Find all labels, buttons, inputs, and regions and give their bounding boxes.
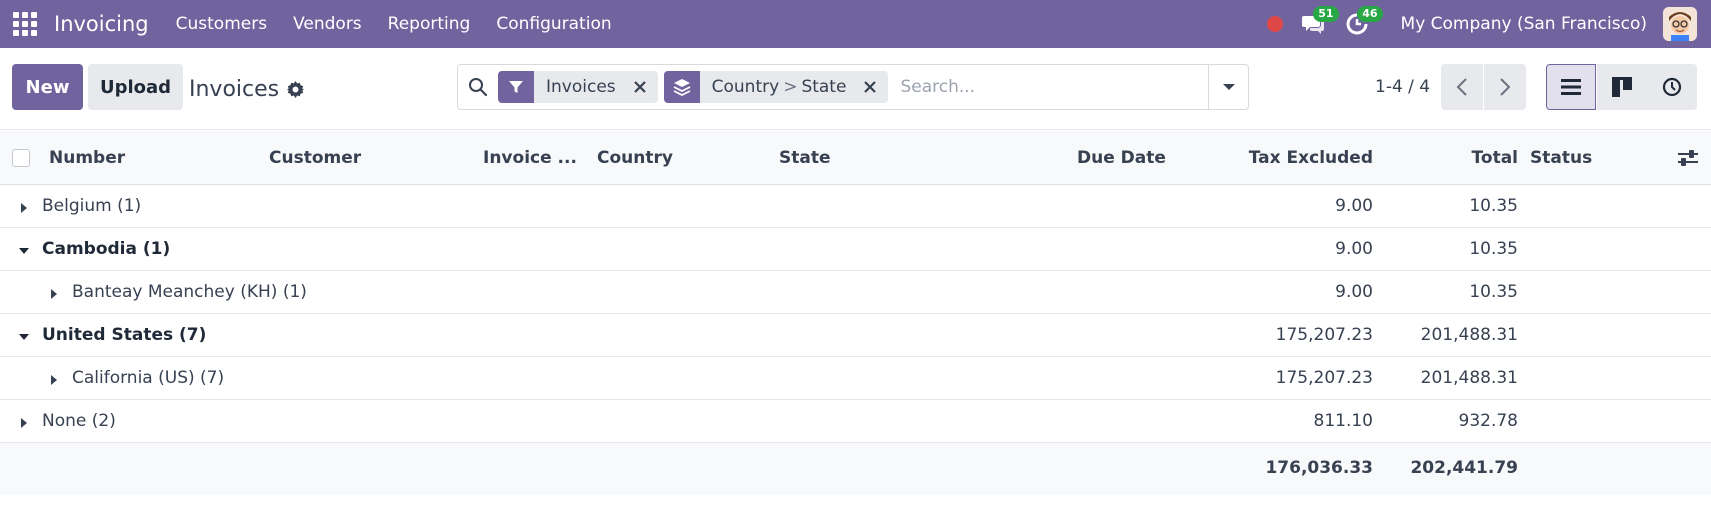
- top-navbar: Invoicing Customers Vendors Reporting Co…: [0, 0, 1711, 48]
- group-tax-excluded: 9.00: [1335, 282, 1373, 302]
- group-total: 932.78: [1458, 411, 1518, 431]
- group-total: 10.35: [1469, 282, 1518, 302]
- groupby-facet: Country > State: [663, 71, 889, 103]
- caret-right-icon: [18, 414, 30, 434]
- control-panel: New Upload Invoices Invoices Country > S…: [0, 48, 1711, 130]
- caret-down-icon: [18, 328, 30, 348]
- gear-icon[interactable]: [287, 81, 305, 98]
- user-avatar[interactable]: [1663, 7, 1697, 41]
- app-title[interactable]: Invoicing: [54, 12, 149, 36]
- group-row[interactable]: Cambodia (1) 9.00 10.35: [0, 228, 1711, 271]
- messages-badge: 51: [1313, 6, 1339, 22]
- upload-button[interactable]: Upload: [88, 64, 183, 110]
- group-total: 10.35: [1469, 239, 1518, 259]
- group-row[interactable]: Belgium (1) 9.00 10.35: [0, 185, 1711, 228]
- filter-icon: [498, 71, 534, 103]
- group-tax-excluded: 811.10: [1313, 411, 1373, 431]
- recording-indicator-icon[interactable]: [1266, 16, 1283, 32]
- filter-facet-label: Invoices: [546, 77, 616, 97]
- column-state[interactable]: State: [779, 148, 831, 168]
- group-label: California (US) (7): [72, 368, 225, 388]
- column-country[interactable]: Country: [597, 148, 673, 168]
- footer-total: 202,441.79: [1410, 458, 1518, 478]
- activity-view-button[interactable]: [1647, 64, 1697, 110]
- search-icon[interactable]: [458, 77, 498, 97]
- group-label: Banteay Meanchey (KH) (1): [72, 282, 307, 302]
- search-options-toggle[interactable]: [1208, 65, 1248, 109]
- group-total: 10.35: [1469, 196, 1518, 216]
- group-total: 201,488.31: [1420, 325, 1518, 345]
- groupby-facet-label: Country > State: [700, 77, 859, 97]
- footer-tax-excluded: 176,036.33: [1265, 458, 1373, 478]
- caret-down-icon: [18, 242, 30, 262]
- search-input[interactable]: [894, 67, 1208, 107]
- chevron-right-icon: [1500, 78, 1511, 96]
- group-tax-excluded: 9.00: [1335, 196, 1373, 216]
- list-view-button[interactable]: [1546, 64, 1596, 110]
- column-customer[interactable]: Customer: [269, 148, 361, 168]
- pager-previous-button[interactable]: [1441, 64, 1483, 110]
- nav-configuration[interactable]: Configuration: [496, 14, 611, 34]
- messages-button[interactable]: 51: [1299, 6, 1339, 36]
- nav-vendors[interactable]: Vendors: [293, 14, 362, 34]
- layers-icon: [663, 71, 700, 103]
- search-bar: Invoices Country > State: [457, 64, 1249, 110]
- pager-value[interactable]: 1-4 / 4: [1375, 77, 1430, 97]
- column-number[interactable]: Number: [49, 148, 125, 168]
- groupby-part-country: Country: [711, 77, 780, 97]
- nav-reporting[interactable]: Reporting: [388, 14, 471, 34]
- column-due-date[interactable]: Due Date: [1077, 148, 1166, 168]
- avatar-face-icon: [1663, 7, 1697, 41]
- column-invoice-date[interactable]: Invoice ...: [483, 148, 577, 168]
- pager-next-button[interactable]: [1484, 64, 1526, 110]
- group-label: None (2): [42, 411, 116, 431]
- table-header: Number Customer Invoice ... Country Stat…: [0, 131, 1711, 185]
- filter-facet: Invoices: [498, 71, 658, 103]
- company-switcher[interactable]: My Company (San Francisco): [1401, 14, 1647, 34]
- nav-customers[interactable]: Customers: [176, 14, 267, 34]
- group-total: 201,488.31: [1420, 368, 1518, 388]
- kanban-view-button[interactable]: [1597, 64, 1647, 110]
- group-row[interactable]: Banteay Meanchey (KH) (1) 9.00 10.35: [0, 271, 1711, 314]
- group-row[interactable]: None (2) 811.10 932.78: [0, 400, 1711, 443]
- caret-right-icon: [48, 285, 60, 305]
- clock-icon: [1662, 77, 1682, 97]
- groupby-part-state: State: [801, 77, 847, 97]
- optional-columns-icon[interactable]: [1677, 148, 1699, 173]
- kanban-icon: [1612, 77, 1632, 97]
- breadcrumb: Invoices: [189, 77, 305, 102]
- remove-groupby-icon[interactable]: [858, 71, 882, 103]
- activities-badge: 46: [1357, 6, 1383, 22]
- select-all-checkbox[interactable]: [12, 149, 30, 167]
- groupby-separator: >: [783, 77, 798, 97]
- remove-filter-icon[interactable]: [628, 71, 652, 103]
- column-total[interactable]: Total: [1472, 148, 1518, 168]
- column-status[interactable]: Status: [1530, 148, 1592, 168]
- activities-button[interactable]: 46: [1343, 6, 1383, 36]
- group-tax-excluded: 175,207.23: [1275, 325, 1373, 345]
- caret-down-icon: [1222, 84, 1235, 90]
- group-row[interactable]: United States (7) 175,207.23 201,488.31: [0, 314, 1711, 357]
- column-tax-excluded[interactable]: Tax Excluded: [1249, 148, 1373, 168]
- page-title: Invoices: [189, 77, 280, 102]
- list-icon: [1561, 79, 1581, 95]
- new-button[interactable]: New: [12, 64, 83, 110]
- caret-right-icon: [18, 199, 30, 219]
- group-tax-excluded: 9.00: [1335, 239, 1373, 259]
- table-footer-totals: 176,036.33 202,441.79: [0, 443, 1711, 495]
- caret-right-icon: [48, 371, 60, 391]
- group-tax-excluded: 175,207.23: [1275, 368, 1373, 388]
- group-label: Cambodia (1): [42, 239, 171, 259]
- chevron-left-icon: [1456, 78, 1467, 96]
- group-row[interactable]: California (US) (7) 175,207.23 201,488.31: [0, 357, 1711, 400]
- invoice-list-table: Number Customer Invoice ... Country Stat…: [0, 131, 1711, 495]
- group-label: United States (7): [42, 325, 207, 345]
- group-label: Belgium (1): [42, 196, 142, 216]
- app-menu-icon[interactable]: [12, 11, 38, 37]
